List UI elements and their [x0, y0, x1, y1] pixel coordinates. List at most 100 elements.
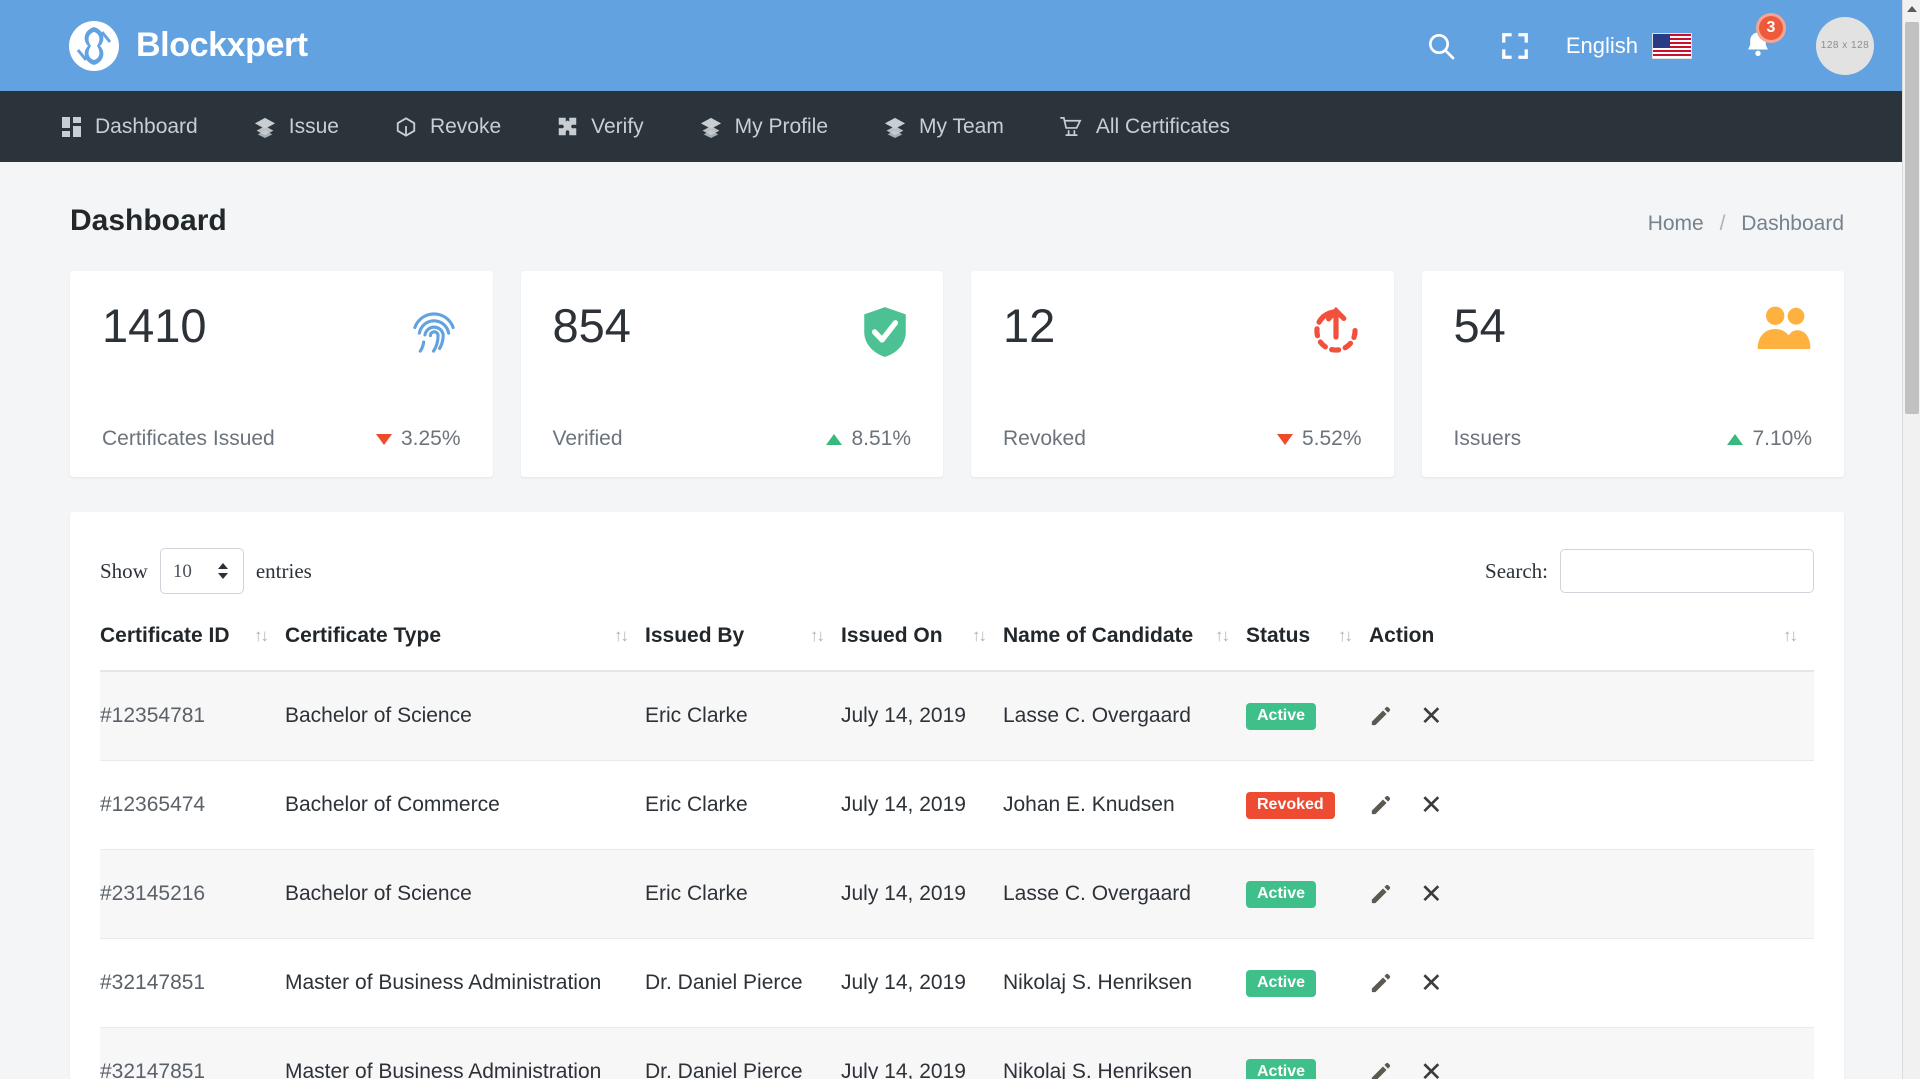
- close-x-icon[interactable]: ✕: [1420, 1058, 1443, 1079]
- column-header-status[interactable]: Status ↑↓: [1246, 602, 1369, 672]
- column-header-issued-on[interactable]: Issued On ↑↓: [841, 602, 1003, 672]
- stat-card-verified: 854 Verified 8.51%: [520, 271, 943, 477]
- page-scroll-container: Blockxpert English 3 128 x 128 Dashboard…: [0, 0, 1902, 1079]
- nav-item-issue[interactable]: Issue: [226, 91, 367, 162]
- pencil-icon[interactable]: [1369, 794, 1392, 817]
- column-header-name-of-candidate[interactable]: Name of Candidate ↑↓: [1003, 602, 1246, 672]
- nav-item-revoke[interactable]: Revoke: [367, 91, 529, 162]
- pencil-icon[interactable]: [1369, 972, 1392, 995]
- cell-issued-on: July 14, 2019: [841, 938, 1003, 1028]
- cell-certificate-type: Bachelor of Commerce: [285, 760, 645, 850]
- cell-issued-by: Eric Clarke: [645, 671, 841, 761]
- column-header-certificate-type[interactable]: Certificate Type ↑↓: [285, 602, 645, 672]
- nav-label: Verify: [591, 114, 644, 138]
- layers-icon: [700, 116, 722, 138]
- column-label: Status: [1246, 624, 1311, 647]
- status-badge: Active: [1246, 1059, 1317, 1079]
- close-x-icon[interactable]: ✕: [1420, 969, 1443, 997]
- search-label: Search:: [1485, 558, 1548, 583]
- entries-label: entries: [255, 558, 312, 583]
- cell-candidate: Nikolaj S. Henriksen: [1003, 938, 1246, 1028]
- cell-candidate: Lasse C. Overgaard: [1003, 671, 1246, 761]
- table-row[interactable]: #32147851 Master of Business Administrat…: [100, 938, 1814, 1028]
- table-row[interactable]: #23145216 Bachelor of Science Eric Clark…: [100, 849, 1814, 939]
- sort-updown-icon: ↑↓: [254, 626, 269, 645]
- nav-label: Revoke: [429, 114, 502, 138]
- users-icon: [1756, 305, 1812, 356]
- cell-issued-on: July 14, 2019: [841, 671, 1003, 761]
- page-length-control: Show 10 25 50 100 entries: [100, 548, 312, 594]
- cell-action: ✕: [1369, 760, 1814, 850]
- stat-value: 12: [1003, 299, 1056, 352]
- pencil-icon[interactable]: [1369, 705, 1392, 728]
- close-x-icon[interactable]: ✕: [1420, 880, 1443, 908]
- cell-issued-by: Dr. Daniel Pierce: [645, 1027, 841, 1079]
- table-row[interactable]: #12354781 Bachelor of Science Eric Clark…: [100, 671, 1814, 761]
- cell-candidate: Nikolaj S. Henriksen: [1003, 1027, 1246, 1079]
- stat-delta: 3.25%: [375, 427, 461, 451]
- stat-card-certificates-issued: 1410 Certificates Issued 3.25%: [70, 271, 493, 477]
- scroll-up-arrow-icon[interactable]: [1903, 0, 1920, 18]
- sort-updown-icon: ↑↓: [810, 626, 825, 645]
- pencil-icon[interactable]: [1369, 1061, 1392, 1079]
- stat-delta: 8.51%: [826, 427, 911, 451]
- language-label: English: [1565, 32, 1638, 58]
- nav-label: All Certificates: [1095, 114, 1231, 138]
- stat-label: Issuers: [1453, 427, 1522, 450]
- breadcrumb-home[interactable]: Home: [1648, 212, 1704, 235]
- table-controls: Show 10 25 50 100 entries: [100, 540, 1814, 602]
- cell-certificate-id: #32147851: [100, 1027, 285, 1079]
- nav-item-all-certificates[interactable]: All Certificates: [1032, 91, 1258, 162]
- arrow-down-icon: [375, 433, 392, 445]
- scrollbar-thumb[interactable]: [1905, 22, 1919, 414]
- cell-issued-by: Dr. Daniel Pierce: [645, 938, 841, 1028]
- cell-certificate-id: #12365474: [100, 760, 285, 850]
- brand-logo[interactable]: Blockxpert: [68, 20, 308, 72]
- column-header-certificate-id[interactable]: Certificate ID ↑↓: [100, 602, 285, 672]
- cell-issued-on: July 14, 2019: [841, 1027, 1003, 1079]
- avatar[interactable]: 128 x 128: [1816, 16, 1874, 75]
- notifications-button[interactable]: 3: [1726, 12, 1790, 63]
- nav-item-verify[interactable]: Verify: [529, 91, 672, 162]
- page-length-select[interactable]: 10 25 50 100: [159, 548, 244, 594]
- cell-issued-by: Eric Clarke: [645, 849, 841, 939]
- stat-delta-value: 3.25%: [400, 427, 461, 450]
- cell-action: ✕: [1369, 1027, 1814, 1079]
- search-icon[interactable]: [1404, 18, 1478, 74]
- avatar-placeholder-text: 128 x 128: [1820, 40, 1870, 51]
- arrow-up-icon: [826, 433, 843, 445]
- nav-item-dashboard[interactable]: Dashboard: [62, 91, 226, 162]
- cell-status: Active: [1246, 849, 1369, 939]
- cell-certificate-type: Master of Business Administration: [285, 1027, 645, 1079]
- revoke-arrow-icon: [1310, 305, 1362, 362]
- column-header-action[interactable]: Action ↑↓: [1369, 602, 1814, 672]
- stat-delta-value: 7.10%: [1752, 427, 1812, 450]
- close-x-icon[interactable]: ✕: [1420, 702, 1443, 730]
- table-row[interactable]: #32147851 Master of Business Administrat…: [100, 1027, 1814, 1079]
- cell-certificate-id: #32147851: [100, 938, 285, 1028]
- nav-item-my-team[interactable]: My Team: [856, 91, 1032, 162]
- column-label: Issued By: [645, 624, 745, 647]
- language-selector[interactable]: English: [1565, 32, 1692, 59]
- status-badge: Active: [1246, 970, 1317, 997]
- blockxpert-logo-icon: [68, 20, 120, 72]
- page-header: Dashboard Home / Dashboard: [0, 162, 1902, 238]
- close-x-icon[interactable]: ✕: [1420, 791, 1443, 819]
- cell-action: ✕: [1369, 671, 1814, 761]
- table-row[interactable]: #12365474 Bachelor of Commerce Eric Clar…: [100, 760, 1814, 850]
- column-header-issued-by[interactable]: Issued By ↑↓: [645, 602, 841, 672]
- breadcrumb-separator: /: [1719, 212, 1726, 235]
- stat-delta: 5.52%: [1276, 427, 1362, 451]
- pencil-icon[interactable]: [1369, 883, 1392, 906]
- cell-certificate-type: Bachelor of Science: [285, 849, 645, 939]
- table-search: Search:: [1485, 549, 1814, 593]
- fullscreen-icon[interactable]: [1478, 18, 1552, 74]
- puzzle-icon: [557, 116, 578, 137]
- nav-item-my-profile[interactable]: My Profile: [672, 91, 856, 162]
- cube-icon: [395, 116, 417, 138]
- notification-badge: 3: [1756, 12, 1786, 43]
- search-input[interactable]: [1560, 549, 1814, 593]
- status-badge: Revoked: [1246, 792, 1335, 819]
- stat-delta: 7.10%: [1727, 427, 1812, 451]
- page-scrollbar[interactable]: [1902, 0, 1920, 1079]
